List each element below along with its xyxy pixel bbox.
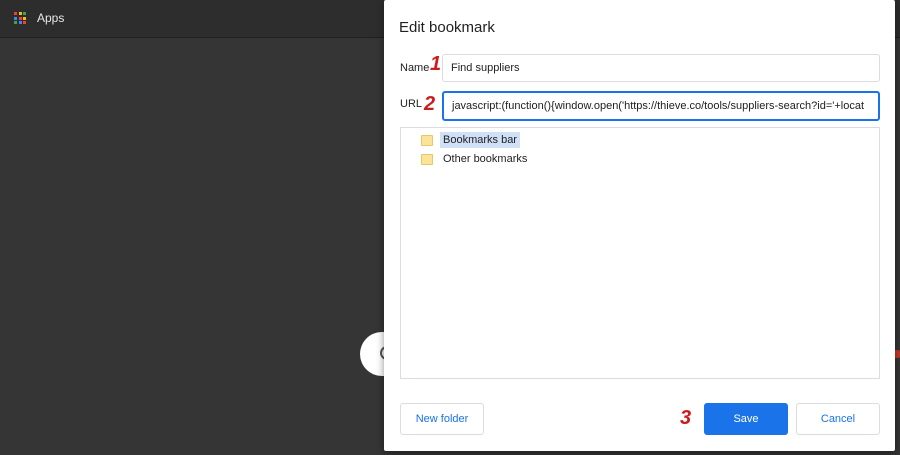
folder-icon — [421, 153, 433, 165]
save-button[interactable]: Save — [704, 403, 788, 435]
folder-icon — [421, 134, 433, 146]
folder-label: Other bookmarks — [443, 153, 528, 165]
apps-shortcut[interactable]: Apps — [14, 11, 64, 25]
name-field[interactable]: Find suppliers — [442, 54, 880, 82]
apps-label: Apps — [37, 11, 65, 25]
apps-grid-icon — [14, 12, 26, 24]
folder-item-other-bookmarks[interactable]: Other bookmarks — [421, 150, 530, 168]
step-3-marker: 3 — [680, 407, 692, 429]
url-field[interactable]: javascript:(function(){window.open('http… — [442, 91, 880, 121]
folder-tree[interactable]: Bookmarks bar Other bookmarks — [400, 127, 880, 379]
cancel-button[interactable]: Cancel — [796, 403, 880, 435]
new-folder-button[interactable]: New folder — [400, 403, 484, 435]
folder-label: Bookmarks bar — [440, 132, 520, 148]
step-2-marker: 2 — [424, 93, 436, 115]
folder-item-bookmarks-bar[interactable]: Bookmarks bar — [421, 131, 520, 149]
name-label: Name — [400, 62, 430, 74]
url-label: URL — [400, 98, 423, 110]
edit-bookmark-dialog: Edit bookmark Name Find suppliers URL ja… — [384, 0, 895, 451]
step-1-marker: 1 — [430, 53, 442, 75]
dialog-title: Edit bookmark — [399, 19, 495, 36]
